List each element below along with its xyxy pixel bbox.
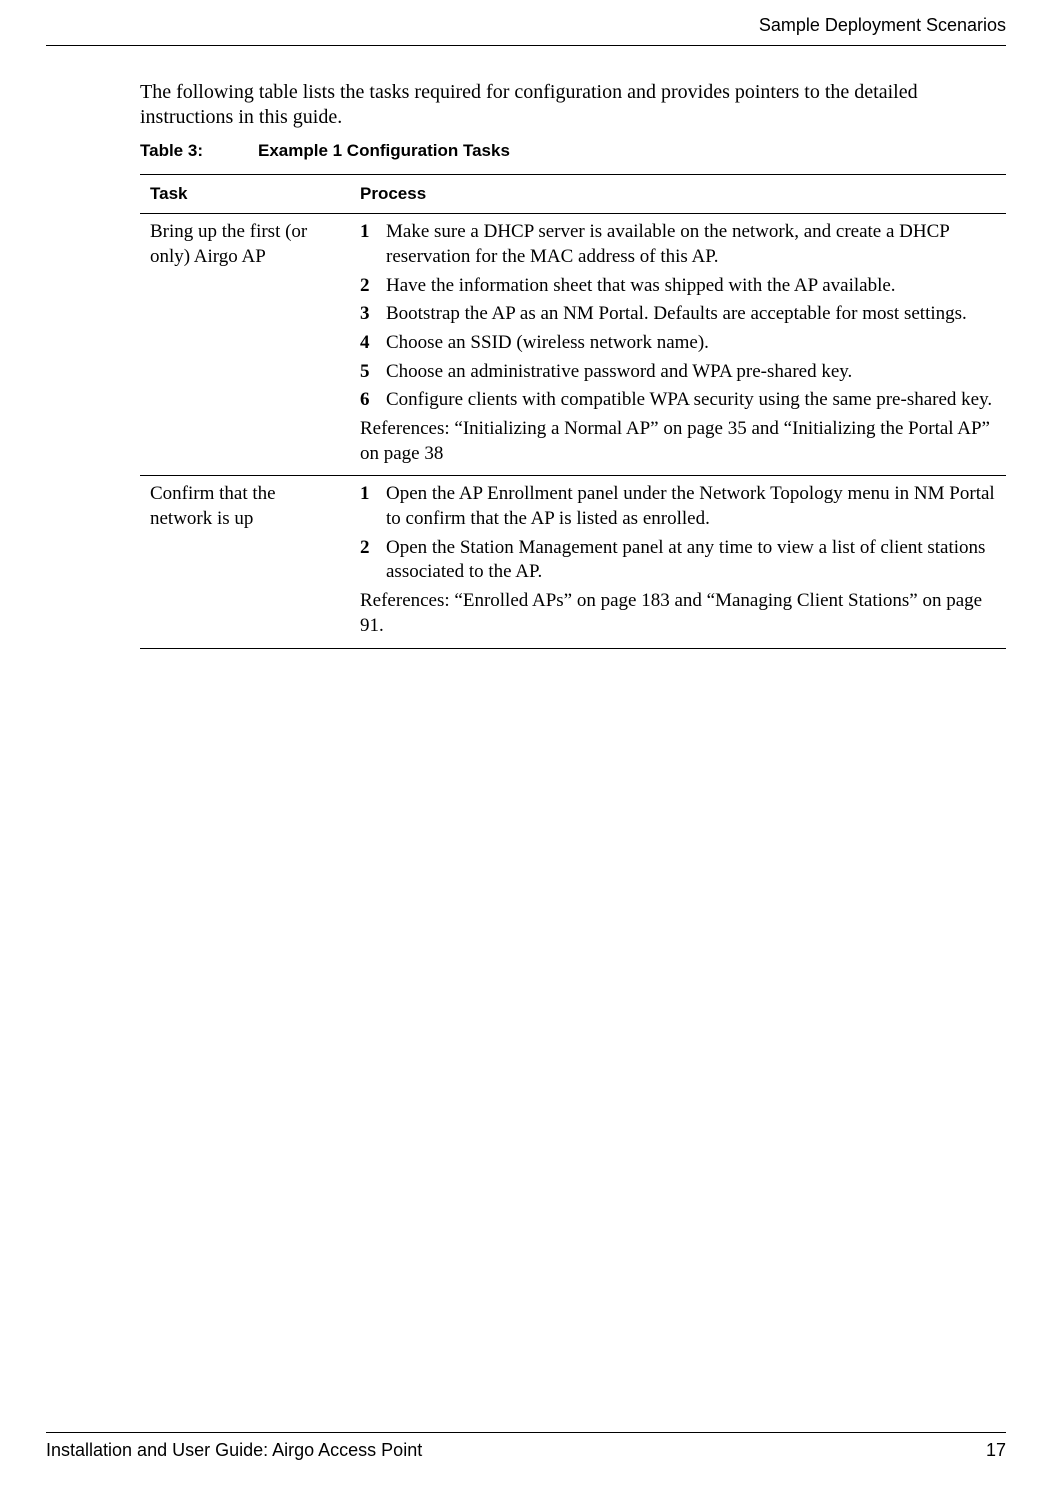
process-cell: 1 Open the AP Enrollment panel under the… xyxy=(350,476,1006,648)
step-text: Have the information sheet that was ship… xyxy=(386,274,998,299)
column-header-task: Task xyxy=(140,175,350,214)
table-title: Example 1 Configuration Tasks xyxy=(258,141,510,160)
list-item: 4 Choose an SSID (wireless network name)… xyxy=(360,331,998,356)
list-item: 2 Have the information sheet that was sh… xyxy=(360,274,998,299)
step-number: 2 xyxy=(360,274,380,299)
page-content: The following table lists the tasks requ… xyxy=(140,80,1006,649)
table-row: Bring up the first (or only) Airgo AP 1 … xyxy=(140,214,1006,476)
step-number: 5 xyxy=(360,360,380,385)
step-text: Configure clients with compatible WPA se… xyxy=(386,388,998,413)
step-number: 4 xyxy=(360,331,380,356)
step-text: Choose an SSID (wireless network name). xyxy=(386,331,998,356)
table-row: Confirm that the network is up 1 Open th… xyxy=(140,476,1006,648)
task-cell: Bring up the first (or only) Airgo AP xyxy=(140,214,350,476)
table-caption: Table 3: Example 1 Configuration Tasks xyxy=(140,140,1006,162)
reference-text: References: “Initializing a Normal AP” o… xyxy=(360,417,998,466)
page-footer: Installation and User Guide: Airgo Acces… xyxy=(46,1432,1006,1462)
step-text: Open the Station Management panel at any… xyxy=(386,536,998,585)
list-item: 3 Bootstrap the AP as an NM Portal. Defa… xyxy=(360,302,998,327)
intro-paragraph: The following table lists the tasks requ… xyxy=(140,80,1006,130)
step-number: 1 xyxy=(360,220,380,245)
step-number: 6 xyxy=(360,388,380,413)
page-header: Sample Deployment Scenarios xyxy=(46,14,1006,46)
list-item: 6 Configure clients with compatible WPA … xyxy=(360,388,998,413)
list-item: 2 Open the Station Management panel at a… xyxy=(360,536,998,585)
step-text: Choose an administrative password and WP… xyxy=(386,360,998,385)
list-item: 1 Make sure a DHCP server is available o… xyxy=(360,220,998,269)
list-item: 1 Open the AP Enrollment panel under the… xyxy=(360,482,998,531)
step-number: 1 xyxy=(360,482,380,507)
column-header-process: Process xyxy=(350,175,1006,214)
step-text: Open the AP Enrollment panel under the N… xyxy=(386,482,998,531)
step-text: Bootstrap the AP as an NM Portal. Defaul… xyxy=(386,302,998,327)
tasks-table: Task Process Bring up the first (or only… xyxy=(140,174,1006,648)
step-number: 3 xyxy=(360,302,380,327)
table-number: Table 3: xyxy=(140,140,203,162)
process-cell: 1 Make sure a DHCP server is available o… xyxy=(350,214,1006,476)
section-title: Sample Deployment Scenarios xyxy=(759,15,1006,35)
step-number: 2 xyxy=(360,536,380,561)
footer-doc-title: Installation and User Guide: Airgo Acces… xyxy=(46,1439,422,1462)
reference-text: References: “Enrolled APs” on page 183 a… xyxy=(360,589,998,638)
task-cell: Confirm that the network is up xyxy=(140,476,350,648)
list-item: 5 Choose an administrative password and … xyxy=(360,360,998,385)
footer-page-number: 17 xyxy=(986,1439,1006,1462)
step-text: Make sure a DHCP server is available on … xyxy=(386,220,998,269)
